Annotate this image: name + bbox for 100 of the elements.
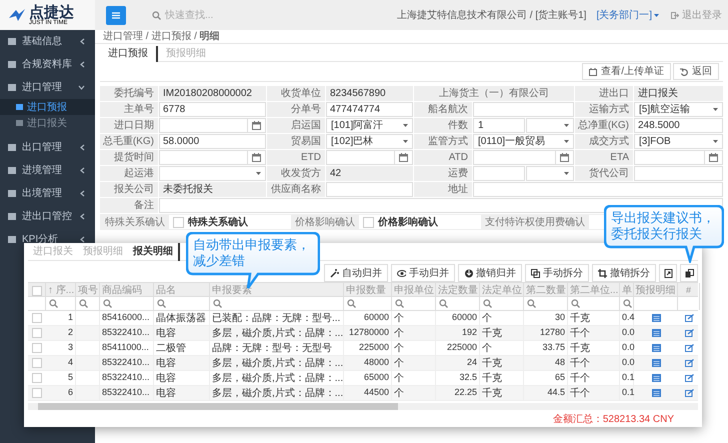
toolbar-button[interactable]: 撤销拆分 [592,264,656,282]
sidebar-subitem[interactable]: 进口预报 [0,99,95,115]
search-icon [527,298,536,308]
table-cell: 44500 [344,386,392,400]
field-label: 收发货方 [267,166,325,181]
text-field[interactable]: 42 [326,166,413,181]
field-label: 件数 [414,118,472,133]
checkbox[interactable] [32,388,42,398]
edit-icon [684,314,694,322]
tab[interactable]: 报关明细 [128,243,180,261]
search-icon [79,298,88,308]
select-field[interactable]: [3]FOB [634,134,723,149]
account-text: 上海捷艾特信息技术有限公司 / [货主账号1] [396,8,586,22]
department-menu[interactable]: [关务部门一] [596,8,659,22]
copy-button[interactable] [680,264,698,282]
text-field[interactable]: 6778 [159,102,266,117]
text-field[interactable]: 进口报关 [634,86,723,101]
text-field[interactable]: IM20180208000002 [159,86,266,101]
edit-icon [684,359,694,367]
table-cell: 6 [46,386,76,400]
text-field[interactable] [473,166,525,181]
square-icon [16,120,23,126]
toolbar-button[interactable]: 撤销归并 [458,264,522,282]
date-field[interactable] [159,150,266,165]
checkbox[interactable] [32,373,42,383]
checkbox[interactable] [363,216,374,228]
date-field[interactable] [634,150,723,165]
sidebar-item[interactable]: 进出口管控 [0,205,95,228]
field-label: 启运国 [267,118,325,133]
field-label: 特殊关系确认 [101,214,169,230]
checkbox[interactable] [32,358,42,368]
field-label: 货代公司 [575,166,633,181]
text-field[interactable]: 248.5000 [634,118,723,133]
caret-icon [713,108,718,111]
export-button[interactable] [659,264,677,282]
search-icon [103,298,112,308]
edit-icon [684,344,694,352]
sidebar-item[interactable]: 出境管理 [0,182,95,205]
text-field[interactable]: 58.0000 [159,134,266,149]
date-field[interactable] [159,118,266,133]
chevron-left-icon [80,190,85,197]
search-icon [157,298,166,308]
text-field[interactable] [634,166,723,181]
breadcrumb: 进口管理 / 进口预报 / 明细 [103,32,220,42]
sidebar-item[interactable]: 合规资料库 [0,53,95,76]
logo-text: 点捷达 [29,4,74,20]
chevron-left-icon [80,144,85,151]
chevron-left-icon [80,167,85,174]
text-field[interactable]: 8234567890 [326,86,413,101]
chevron-down-icon [78,85,85,90]
field-label: 进出口 [575,86,633,101]
sidebar-item[interactable]: 基础信息 [0,30,95,53]
search-field[interactable]: 快速查找... [165,8,275,22]
field-label: 报关公司 [100,182,158,197]
checkbox[interactable] [173,216,184,228]
toolbar-button[interactable]: 手动归并 [391,264,455,282]
toolbar-button[interactable]: 手动拆分 [525,264,589,282]
select-field[interactable] [159,166,266,181]
checkbox[interactable] [32,328,42,338]
text-field[interactable]: 1 [473,118,525,133]
horizontal-scrollbar[interactable] [28,402,698,410]
field-label: 监管方式 [414,134,472,149]
edit-icon [684,389,694,397]
toolbar-button[interactable]: 查看/上传单证 [582,63,671,80]
text-field[interactable] [473,102,574,117]
select-field[interactable]: [0110]一般贸易 [473,134,574,149]
menu-button[interactable] [106,6,126,24]
date-field[interactable] [326,150,413,165]
chevron-left-icon [80,213,85,220]
checkbox[interactable] [32,313,42,323]
sidebar-item[interactable]: 进口管理 [0,76,95,99]
select-field[interactable]: [5]航空运输 [634,102,723,117]
search-icon [213,298,222,308]
sidebar-subitem[interactable]: 进口报关 [0,115,95,131]
select-field[interactable] [526,118,574,133]
chevron-left-icon [80,236,85,243]
text-field[interactable] [326,182,413,197]
field-label: 委托编号 [100,86,158,101]
text-field[interactable]: 未委托报关 [159,182,266,197]
select-field[interactable]: [102]巴林 [326,134,413,149]
text-field[interactable] [473,182,723,197]
tab[interactable]: 进口预报 [100,46,158,62]
caret-icon [403,124,408,127]
edit-icon [684,329,694,337]
checkbox-label: 特殊关系确认 [188,216,248,230]
date-field[interactable] [473,150,574,165]
checkbox[interactable] [32,286,42,296]
select-field[interactable]: [101]阿富汗 [326,118,413,133]
field-label: 价格影响确认 [291,214,359,230]
field-label: 进口日期 [100,118,158,133]
toolbar-button[interactable]: 返回 [673,63,719,80]
text-field[interactable]: 477474774 [326,102,413,117]
field-label: ETD [267,150,325,165]
field-label: 总净重(KG) [575,118,633,133]
sidebar-item[interactable]: 进境管理 [0,159,95,182]
toolbar-button[interactable]: 自动归并 [324,264,388,282]
select-field[interactable] [526,166,574,181]
sidebar-item[interactable]: 出口管理 [0,136,95,159]
checkbox[interactable] [32,343,42,353]
square-icon [8,84,16,91]
